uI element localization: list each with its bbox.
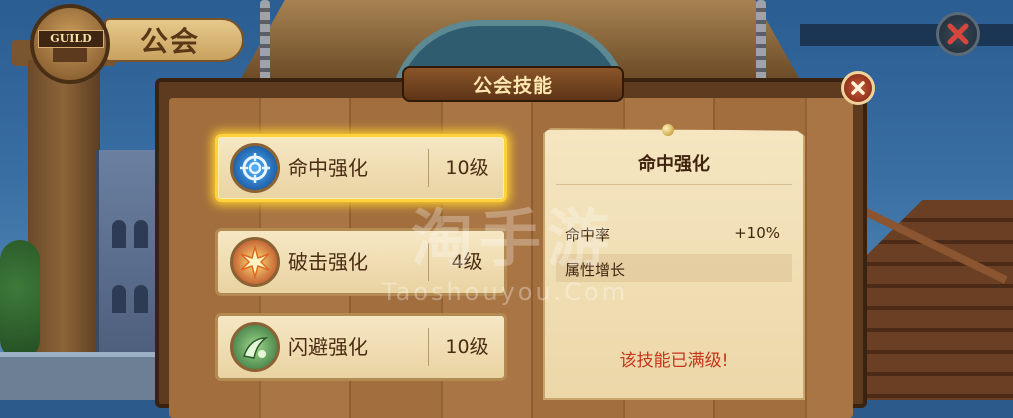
building-window bbox=[112, 220, 126, 248]
detail-divider bbox=[556, 184, 792, 185]
skill-divider bbox=[428, 328, 429, 366]
skill-name: 闪避强化 bbox=[288, 335, 368, 359]
hanging-chain bbox=[756, 0, 766, 88]
close-icon bbox=[947, 23, 969, 45]
background-railing bbox=[0, 352, 170, 357]
watermark: 淘手游 bbox=[410, 202, 615, 275]
background-tree bbox=[0, 240, 40, 360]
guild-badge-label: GUILD bbox=[38, 30, 104, 48]
target-icon bbox=[230, 143, 280, 193]
building-window bbox=[112, 285, 126, 313]
pin-icon bbox=[662, 124, 674, 136]
burst-icon bbox=[230, 237, 280, 287]
background-ground bbox=[0, 355, 170, 400]
skill-row[interactable]: 闪避强化 10级 bbox=[215, 313, 507, 381]
close-icon bbox=[851, 81, 865, 95]
skill-level: 10级 bbox=[445, 336, 489, 358]
watermark-url: Taoshouyou.Com bbox=[381, 278, 629, 306]
skill-divider bbox=[428, 149, 429, 187]
stat-value: +10% bbox=[734, 224, 780, 242]
building-window bbox=[134, 220, 148, 248]
background-building bbox=[96, 150, 161, 370]
building-window bbox=[134, 285, 148, 313]
panel-header: 公会技能 bbox=[402, 66, 624, 102]
hanging-chain bbox=[260, 0, 270, 88]
top-right-bar bbox=[800, 24, 1013, 46]
page-title: 公会 bbox=[140, 25, 201, 58]
max-level-status: 该技能已满级! bbox=[619, 351, 729, 371]
dodge-icon bbox=[230, 322, 280, 372]
detail-title: 命中强化 bbox=[638, 154, 710, 175]
close-panel-button[interactable] bbox=[841, 71, 875, 105]
panel-title: 公会技能 bbox=[472, 74, 553, 97]
close-guild-button[interactable] bbox=[936, 12, 980, 56]
